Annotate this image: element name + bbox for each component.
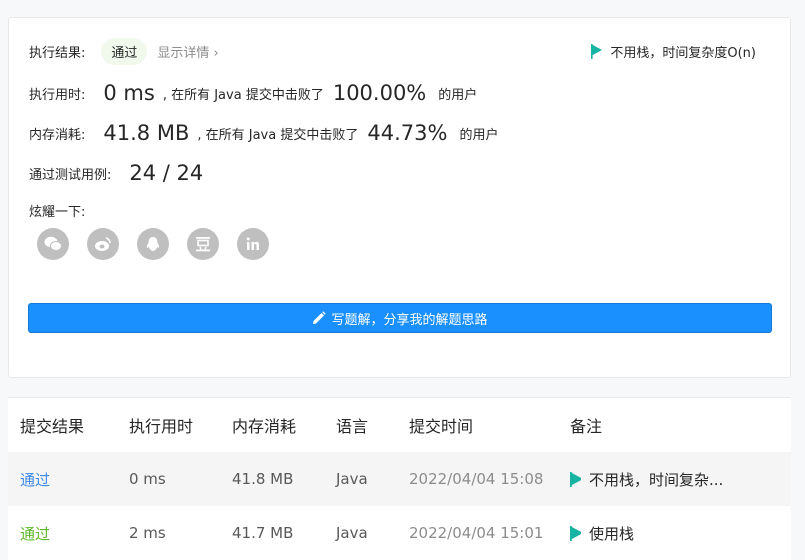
qq-icon[interactable] (137, 228, 169, 260)
row-note[interactable]: 不用栈，时间复杂... (570, 469, 723, 490)
header-memory: 内存消耗 (232, 417, 297, 436)
status-badge: 通过 (101, 38, 148, 65)
submission-note[interactable]: 不用栈，时间复杂度O(n) (591, 42, 756, 61)
write-solution-button[interactable]: 写题解，分享我的解题思路 (28, 303, 772, 333)
note-text: 不用栈，时间复杂度O(n) (610, 46, 756, 61)
memory-row: 内存消耗: 41.8 MB , 在所有 Java 提交中击败了 44.73% 的… (29, 121, 498, 145)
row-memory: 41.8 MB (232, 470, 294, 488)
row-submit-time: 2022/04/04 15:01 (409, 524, 544, 542)
header-submit-time: 提交时间 (409, 417, 474, 436)
row-submit-time: 2022/04/04 15:08 (409, 470, 544, 488)
row-language: Java (336, 470, 368, 488)
memory-value: 41.8 MB (103, 121, 190, 145)
flag-icon (570, 525, 581, 541)
header-status: 提交结果 (20, 417, 85, 436)
row-memory: 41.7 MB (232, 524, 294, 542)
row-runtime: 0 ms (129, 470, 166, 488)
tests-label: 通过测试用例: (29, 167, 112, 183)
header-language: 语言 (336, 417, 369, 436)
exec-result-row: 执行结果: 通过 显示详情 › (29, 38, 219, 65)
table-row[interactable]: 通过 2 ms 41.7 MB Java 2022/04/04 15:01 使用… (8, 506, 791, 560)
runtime-percent: 100.00% (332, 81, 427, 105)
flag-icon (591, 44, 603, 59)
runtime-label: 执行用时: (29, 87, 86, 103)
tests-row: 通过测试用例: 24 / 24 (29, 161, 203, 185)
wechat-icon[interactable] (37, 228, 69, 260)
row-note-text: 使用栈 (589, 524, 635, 543)
row-note[interactable]: 使用栈 (570, 523, 634, 544)
tests-value: 24 / 24 (129, 161, 204, 185)
header-note: 备注 (570, 417, 603, 436)
runtime-row: 执行用时: 0 ms , 在所有 Java 提交中击败了 100.00% 的用户 (29, 81, 477, 105)
weibo-icon[interactable] (87, 228, 119, 260)
header-runtime: 执行用时 (129, 417, 194, 436)
submission-result-card: 执行结果: 通过 显示详情 › 不用栈，时间复杂度O(n) 执行用时: 0 ms… (8, 17, 791, 378)
memory-percent: 44.73% (367, 121, 448, 145)
submission-history-table: 提交结果 执行用时 内存消耗 语言 提交时间 备注 通过 0 ms 41.8 M… (8, 397, 791, 560)
row-status-link[interactable]: 通过 (20, 469, 50, 490)
table-row[interactable]: 通过 0 ms 41.8 MB Java 2022/04/04 15:08 不用… (8, 452, 791, 506)
row-status-link[interactable]: 通过 (20, 523, 50, 544)
row-language: Java (336, 524, 368, 542)
show-details-link[interactable]: 显示详情 › (157, 42, 218, 61)
table-header: 提交结果 执行用时 内存消耗 语言 提交时间 备注 (8, 398, 791, 452)
linkedin-icon[interactable] (237, 228, 269, 260)
runtime-beat-text: , 在所有 Java 提交中击败了 (162, 87, 324, 103)
write-solution-label: 写题解，分享我的解题思路 (331, 312, 488, 328)
share-icons (37, 228, 269, 260)
row-note-text: 不用栈，时间复杂... (589, 470, 724, 489)
memory-label: 内存消耗: (29, 127, 86, 143)
share-label: 炫耀一下: (29, 205, 86, 220)
row-runtime: 2 ms (129, 524, 166, 542)
runtime-suffix: 的用户 (438, 87, 478, 103)
exec-result-label: 执行结果: (29, 46, 86, 61)
memory-beat-text: , 在所有 Java 提交中击败了 (197, 127, 359, 143)
douban-icon[interactable] (187, 228, 219, 260)
pencil-icon (313, 311, 327, 324)
runtime-value: 0 ms (103, 81, 155, 105)
share-row: 炫耀一下: (29, 201, 85, 220)
flag-icon (570, 471, 581, 487)
memory-suffix: 的用户 (459, 127, 499, 143)
